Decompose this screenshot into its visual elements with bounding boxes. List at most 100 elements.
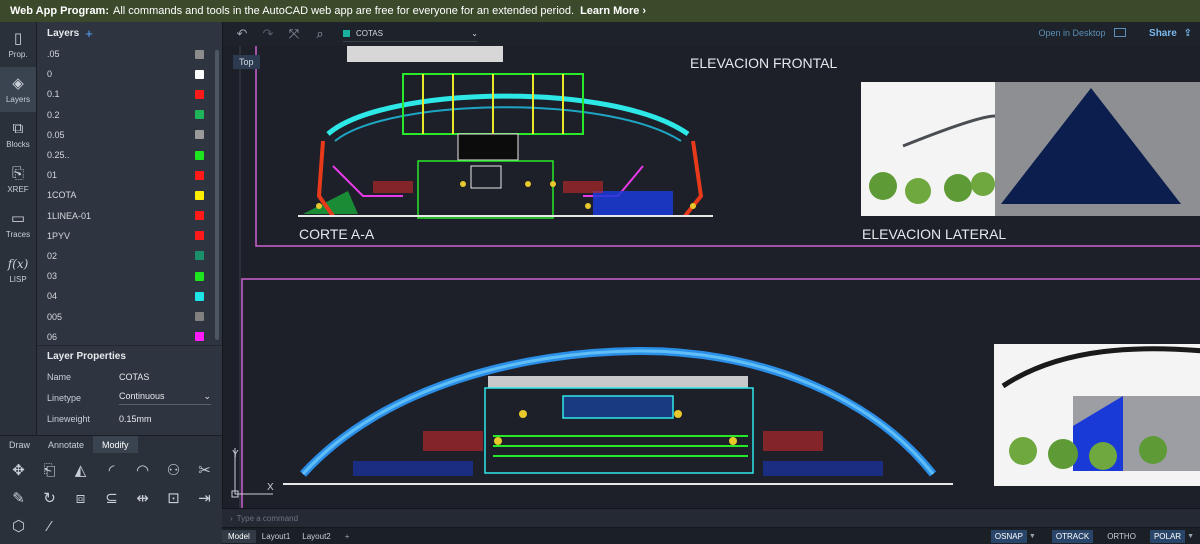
- layer-color-swatch[interactable]: [195, 251, 204, 261]
- layer-properties-title: Layer Properties: [47, 350, 126, 362]
- open-in-desktop-button[interactable]: Open in Desktop: [1038, 28, 1126, 38]
- layer-row[interactable]: 1LINEA-01: [37, 206, 222, 226]
- blocks-icon: ⧉: [12, 119, 24, 137]
- offset-icon[interactable]: ⊆: [96, 484, 127, 512]
- status-toggles: OSNAP ▼ OTRACK ORTHO POLAR ▼: [981, 528, 1200, 544]
- layer-name: .05: [47, 49, 60, 60]
- layer-row[interactable]: .05: [37, 44, 222, 64]
- copy-icon[interactable]: ⎗: [34, 456, 65, 484]
- layer-row[interactable]: 0.2: [37, 105, 222, 125]
- osnap-dropdown-icon[interactable]: ▼: [1029, 533, 1036, 540]
- trim-icon[interactable]: ✂: [189, 456, 220, 484]
- tab-annotate[interactable]: Annotate: [39, 436, 93, 453]
- drawing-canvas[interactable]: ELEVACION FRONTAL ELEVACION LATERAL CORT…: [222, 46, 1200, 508]
- linetype-select[interactable]: Continuous ⌄: [119, 391, 211, 405]
- layer-row[interactable]: 0.05: [37, 125, 222, 145]
- prop-row-linetype: Linetype Continuous ⌄: [37, 387, 222, 408]
- zoom-window-icon[interactable]: ⌕: [307, 26, 333, 42]
- layer-name-value[interactable]: COTAS: [119, 372, 211, 382]
- tool-tabs: Draw Annotate Modify: [0, 436, 222, 453]
- layer-color-swatch[interactable]: [195, 332, 204, 342]
- layer-row[interactable]: 1COTA: [37, 185, 222, 205]
- rail-item-lisp[interactable]: f(x) LISP: [0, 247, 36, 292]
- learn-more-link[interactable]: Learn More ›: [580, 5, 646, 17]
- fillet-icon[interactable]: ◜: [96, 456, 127, 484]
- line-icon[interactable]: ⁄: [34, 512, 65, 540]
- layer-color-swatch[interactable]: [195, 231, 204, 241]
- redo-icon[interactable]: ↷: [255, 26, 281, 42]
- add-layer-button[interactable]: +: [85, 26, 93, 41]
- layer-row[interactable]: 0: [37, 64, 222, 84]
- layer-row[interactable]: 0.25..: [37, 145, 222, 165]
- layer-color-swatch[interactable]: [195, 89, 204, 99]
- tab-layout1[interactable]: Layout1: [256, 530, 296, 543]
- share-button[interactable]: Share ⇪: [1149, 28, 1192, 39]
- layer-row[interactable]: 0.1: [37, 84, 222, 104]
- array-icon[interactable]: ⚇: [158, 456, 189, 484]
- rail-label: XREF: [7, 184, 29, 194]
- layer-row[interactable]: 06: [37, 327, 222, 347]
- layer-row[interactable]: 04: [37, 286, 222, 306]
- label-elevacion-frontal: ELEVACION FRONTAL: [690, 55, 838, 71]
- layer-color-swatch[interactable]: [195, 110, 204, 120]
- lineweight-value[interactable]: 0.15mm: [119, 414, 211, 424]
- scale-icon[interactable]: ⧈: [65, 484, 96, 512]
- erase-icon[interactable]: ✎: [3, 484, 34, 512]
- rail-label: Layers: [5, 94, 30, 104]
- layer-name: 02: [47, 250, 58, 261]
- add-layout-button[interactable]: +: [337, 532, 358, 541]
- zoom-extents-icon[interactable]: ⤧: [281, 26, 307, 42]
- tab-layout2[interactable]: Layout2: [296, 530, 336, 543]
- layer-name: 06: [47, 331, 58, 342]
- layer-color-swatch[interactable]: [195, 211, 204, 221]
- layer-color-swatch[interactable]: [195, 170, 204, 180]
- layer-color-swatch[interactable]: [195, 49, 204, 59]
- tab-draw[interactable]: Draw: [0, 436, 39, 453]
- ortho-toggle[interactable]: ORTHO: [1103, 530, 1140, 543]
- layer-color-swatch[interactable]: [195, 271, 204, 281]
- extend-icon[interactable]: ⇥: [189, 484, 220, 512]
- view-cube-label[interactable]: Top: [233, 55, 260, 69]
- layer-row[interactable]: 1PYV: [37, 226, 222, 246]
- ucs-icon: Y X: [231, 448, 274, 498]
- document-icon: ▯: [13, 29, 23, 47]
- layer-name: 1PYV: [47, 230, 71, 241]
- lateral-elevation-image: [994, 344, 1200, 486]
- match-properties-icon[interactable]: ⊡: [158, 484, 189, 512]
- top-image-strip: [347, 46, 503, 62]
- layer-color-swatch[interactable]: [195, 130, 204, 140]
- drawing-svg: ELEVACION FRONTAL ELEVACION LATERAL CORT…: [231, 46, 1200, 508]
- command-input[interactable]: Type a command: [237, 514, 298, 523]
- polar-toggle[interactable]: POLAR: [1149, 530, 1186, 543]
- layer-row[interactable]: 01: [37, 165, 222, 185]
- join-icon[interactable]: ⇹: [127, 484, 158, 512]
- layer-color-swatch[interactable]: [195, 291, 204, 301]
- layer-color-swatch[interactable]: [195, 150, 204, 160]
- polar-dropdown-icon[interactable]: ▼: [1187, 533, 1194, 540]
- rail-item-layers[interactable]: ◈ Layers: [0, 67, 36, 112]
- rail-item-prop[interactable]: ▯ Prop.: [0, 22, 36, 67]
- rotate-icon[interactable]: ↻: [34, 484, 65, 512]
- mirror-icon[interactable]: ◭: [65, 456, 96, 484]
- current-layer-select[interactable]: COTAS ⌄: [343, 26, 478, 42]
- layer-row[interactable]: 02: [37, 246, 222, 266]
- command-line[interactable]: › Type a command: [222, 508, 1200, 527]
- rail-item-blocks[interactable]: ⧉ Blocks: [0, 112, 36, 157]
- prop-row-lineweight: Lineweight 0.15mm: [37, 408, 222, 429]
- otrack-toggle[interactable]: OTRACK: [1051, 530, 1094, 543]
- rail-item-traces[interactable]: ▭ Traces: [0, 202, 36, 247]
- 3d-box-icon[interactable]: ⬡: [3, 512, 34, 540]
- rail-item-xref[interactable]: ⎘ XREF: [0, 157, 36, 202]
- move-icon[interactable]: ✥: [3, 456, 34, 484]
- layer-list-scrollbar[interactable]: [215, 50, 219, 340]
- layer-color-swatch[interactable]: [195, 190, 204, 200]
- osnap-toggle[interactable]: OSNAP: [990, 530, 1027, 543]
- tab-modify[interactable]: Modify: [93, 436, 138, 453]
- layer-row[interactable]: 005: [37, 306, 222, 326]
- layer-color-swatch[interactable]: [195, 312, 204, 322]
- layer-row[interactable]: 03: [37, 266, 222, 286]
- tab-model[interactable]: Model: [222, 529, 256, 543]
- chamfer-icon[interactable]: ◠: [127, 456, 158, 484]
- undo-icon[interactable]: ↶: [229, 26, 255, 42]
- layer-color-swatch[interactable]: [195, 69, 204, 79]
